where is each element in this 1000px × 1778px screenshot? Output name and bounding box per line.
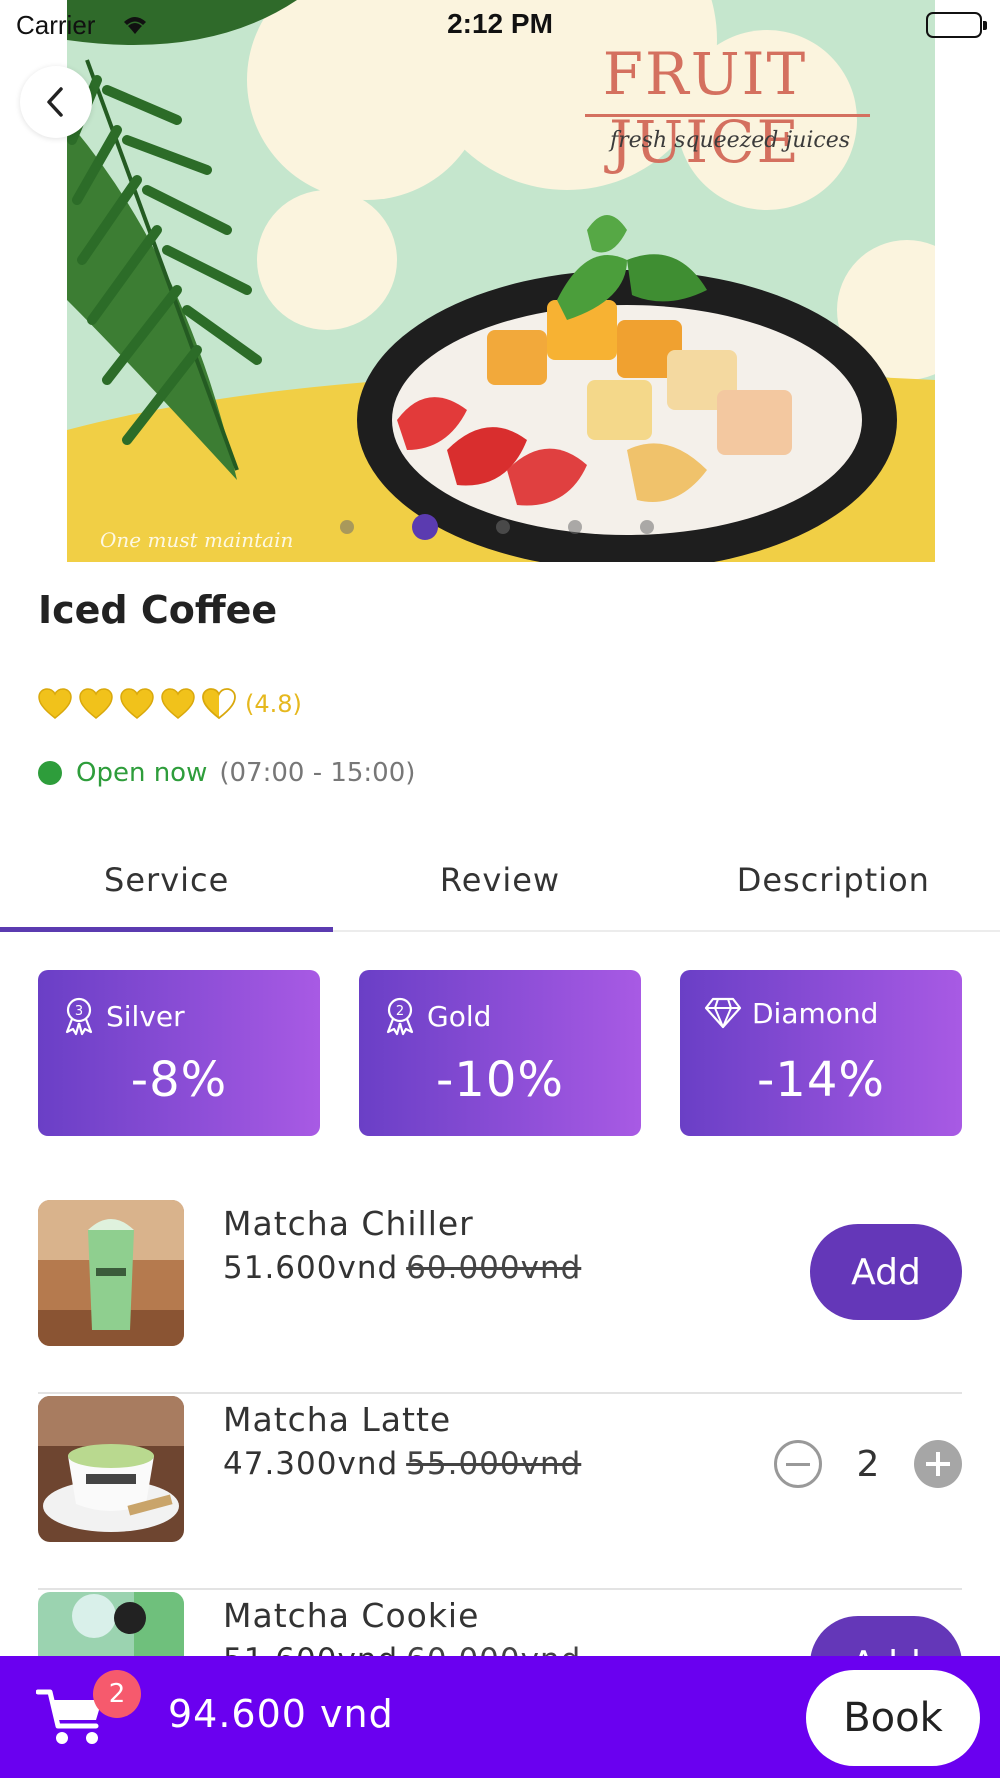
heart-full-icon [161,688,195,719]
original-price: 55.000vnd [406,1446,582,1482]
book-button[interactable]: Book [806,1670,980,1766]
heart-full-icon [79,688,113,719]
tier-discount: -14% [756,1052,885,1108]
carousel-dot[interactable] [496,520,510,534]
product-name: Matcha Chiller [223,1204,474,1243]
clock: 2:12 PM [447,8,553,39]
banner-headline: FRUIT JUICE [602,40,808,176]
svg-text:2: 2 [396,1004,404,1019]
open-indicator-icon [38,761,62,785]
tier-label: Gold [427,999,492,1033]
list-item: Matcha Chiller 51.600vnd 60.000vnd Add [38,1198,962,1394]
tab-description[interactable]: Description [667,830,1000,930]
cart-count-badge: 2 [93,1670,141,1718]
current-price: 47.300vnd [223,1446,399,1482]
heart-full-icon [120,688,154,719]
banner-caption: One must maintain [100,528,294,552]
current-price: 51.600vnd [223,1250,399,1286]
product-name: Matcha Cookie [223,1596,480,1635]
carousel-indicator[interactable] [340,514,712,540]
membership-tiers: 3 Silver -8% 2 Gold -10% Diamond -14% [38,970,962,1136]
tier-label: Diamond [752,996,879,1030]
heart-full-icon [38,688,72,719]
tier-card-gold[interactable]: 2 Gold -10% [359,970,641,1136]
tab-bar: Service Review Description [0,830,1000,932]
tab-service[interactable]: Service [0,830,334,932]
carousel-dot[interactable] [640,520,654,534]
list-item: Matcha Latte 47.300vnd 55.000vnd 2 [38,1394,962,1590]
svg-text:3: 3 [75,1004,83,1019]
quantity-stepper: 2 [774,1440,962,1488]
banner-subheadline: fresh squeezed juices [609,128,851,153]
decrease-button[interactable] [774,1440,822,1488]
heart-half-icon [202,688,236,720]
back-button[interactable] [20,66,92,138]
increase-button[interactable] [914,1440,962,1488]
carousel-dot-active[interactable] [412,514,438,540]
battery-icon [926,12,987,38]
status-bar: Carrier 2:12 PM [0,0,1000,50]
checkout-bar: 2 94.600 vnd Book [0,1656,1000,1778]
medal-2-icon: 2 [386,997,414,1036]
carousel-dot[interactable] [340,520,354,534]
diamond-icon [704,997,742,1029]
banner-carousel[interactable]: FRUIT JUICE fresh squeezed juices One mu… [0,0,1000,562]
carousel-dot[interactable] [568,520,582,534]
opening-hours: (07:00 - 15:00) [219,758,416,788]
tier-discount: -8% [130,1052,228,1108]
medal-3-icon: 3 [65,997,93,1036]
tab-review[interactable]: Review [333,830,666,930]
rating-row: (4.8) [38,688,302,720]
rating-value: (4.8) [245,690,302,718]
shop-name: Iced Coffee [38,588,278,632]
quantity-value: 2 [856,1443,880,1485]
product-price: 47.300vnd 55.000vnd [223,1446,581,1482]
open-label: Open now [76,758,208,788]
tier-discount: -10% [435,1052,564,1108]
tier-label: Silver [106,999,185,1033]
add-button[interactable]: Add [810,1224,962,1320]
tier-card-diamond[interactable]: Diamond -14% [680,970,962,1136]
product-image [38,1396,184,1542]
original-price: 60.000vnd [406,1250,582,1286]
banner-divider [585,114,870,117]
cart-total: 94.600 vnd [168,1692,394,1736]
product-price: 51.600vnd60.000vnd [223,1250,581,1286]
tier-card-silver[interactable]: 3 Silver -8% [38,970,320,1136]
open-status: Open now (07:00 - 15:00) [38,758,415,788]
chevron-left-icon [47,87,63,117]
product-name: Matcha Latte [223,1400,452,1439]
product-image [38,1200,184,1346]
